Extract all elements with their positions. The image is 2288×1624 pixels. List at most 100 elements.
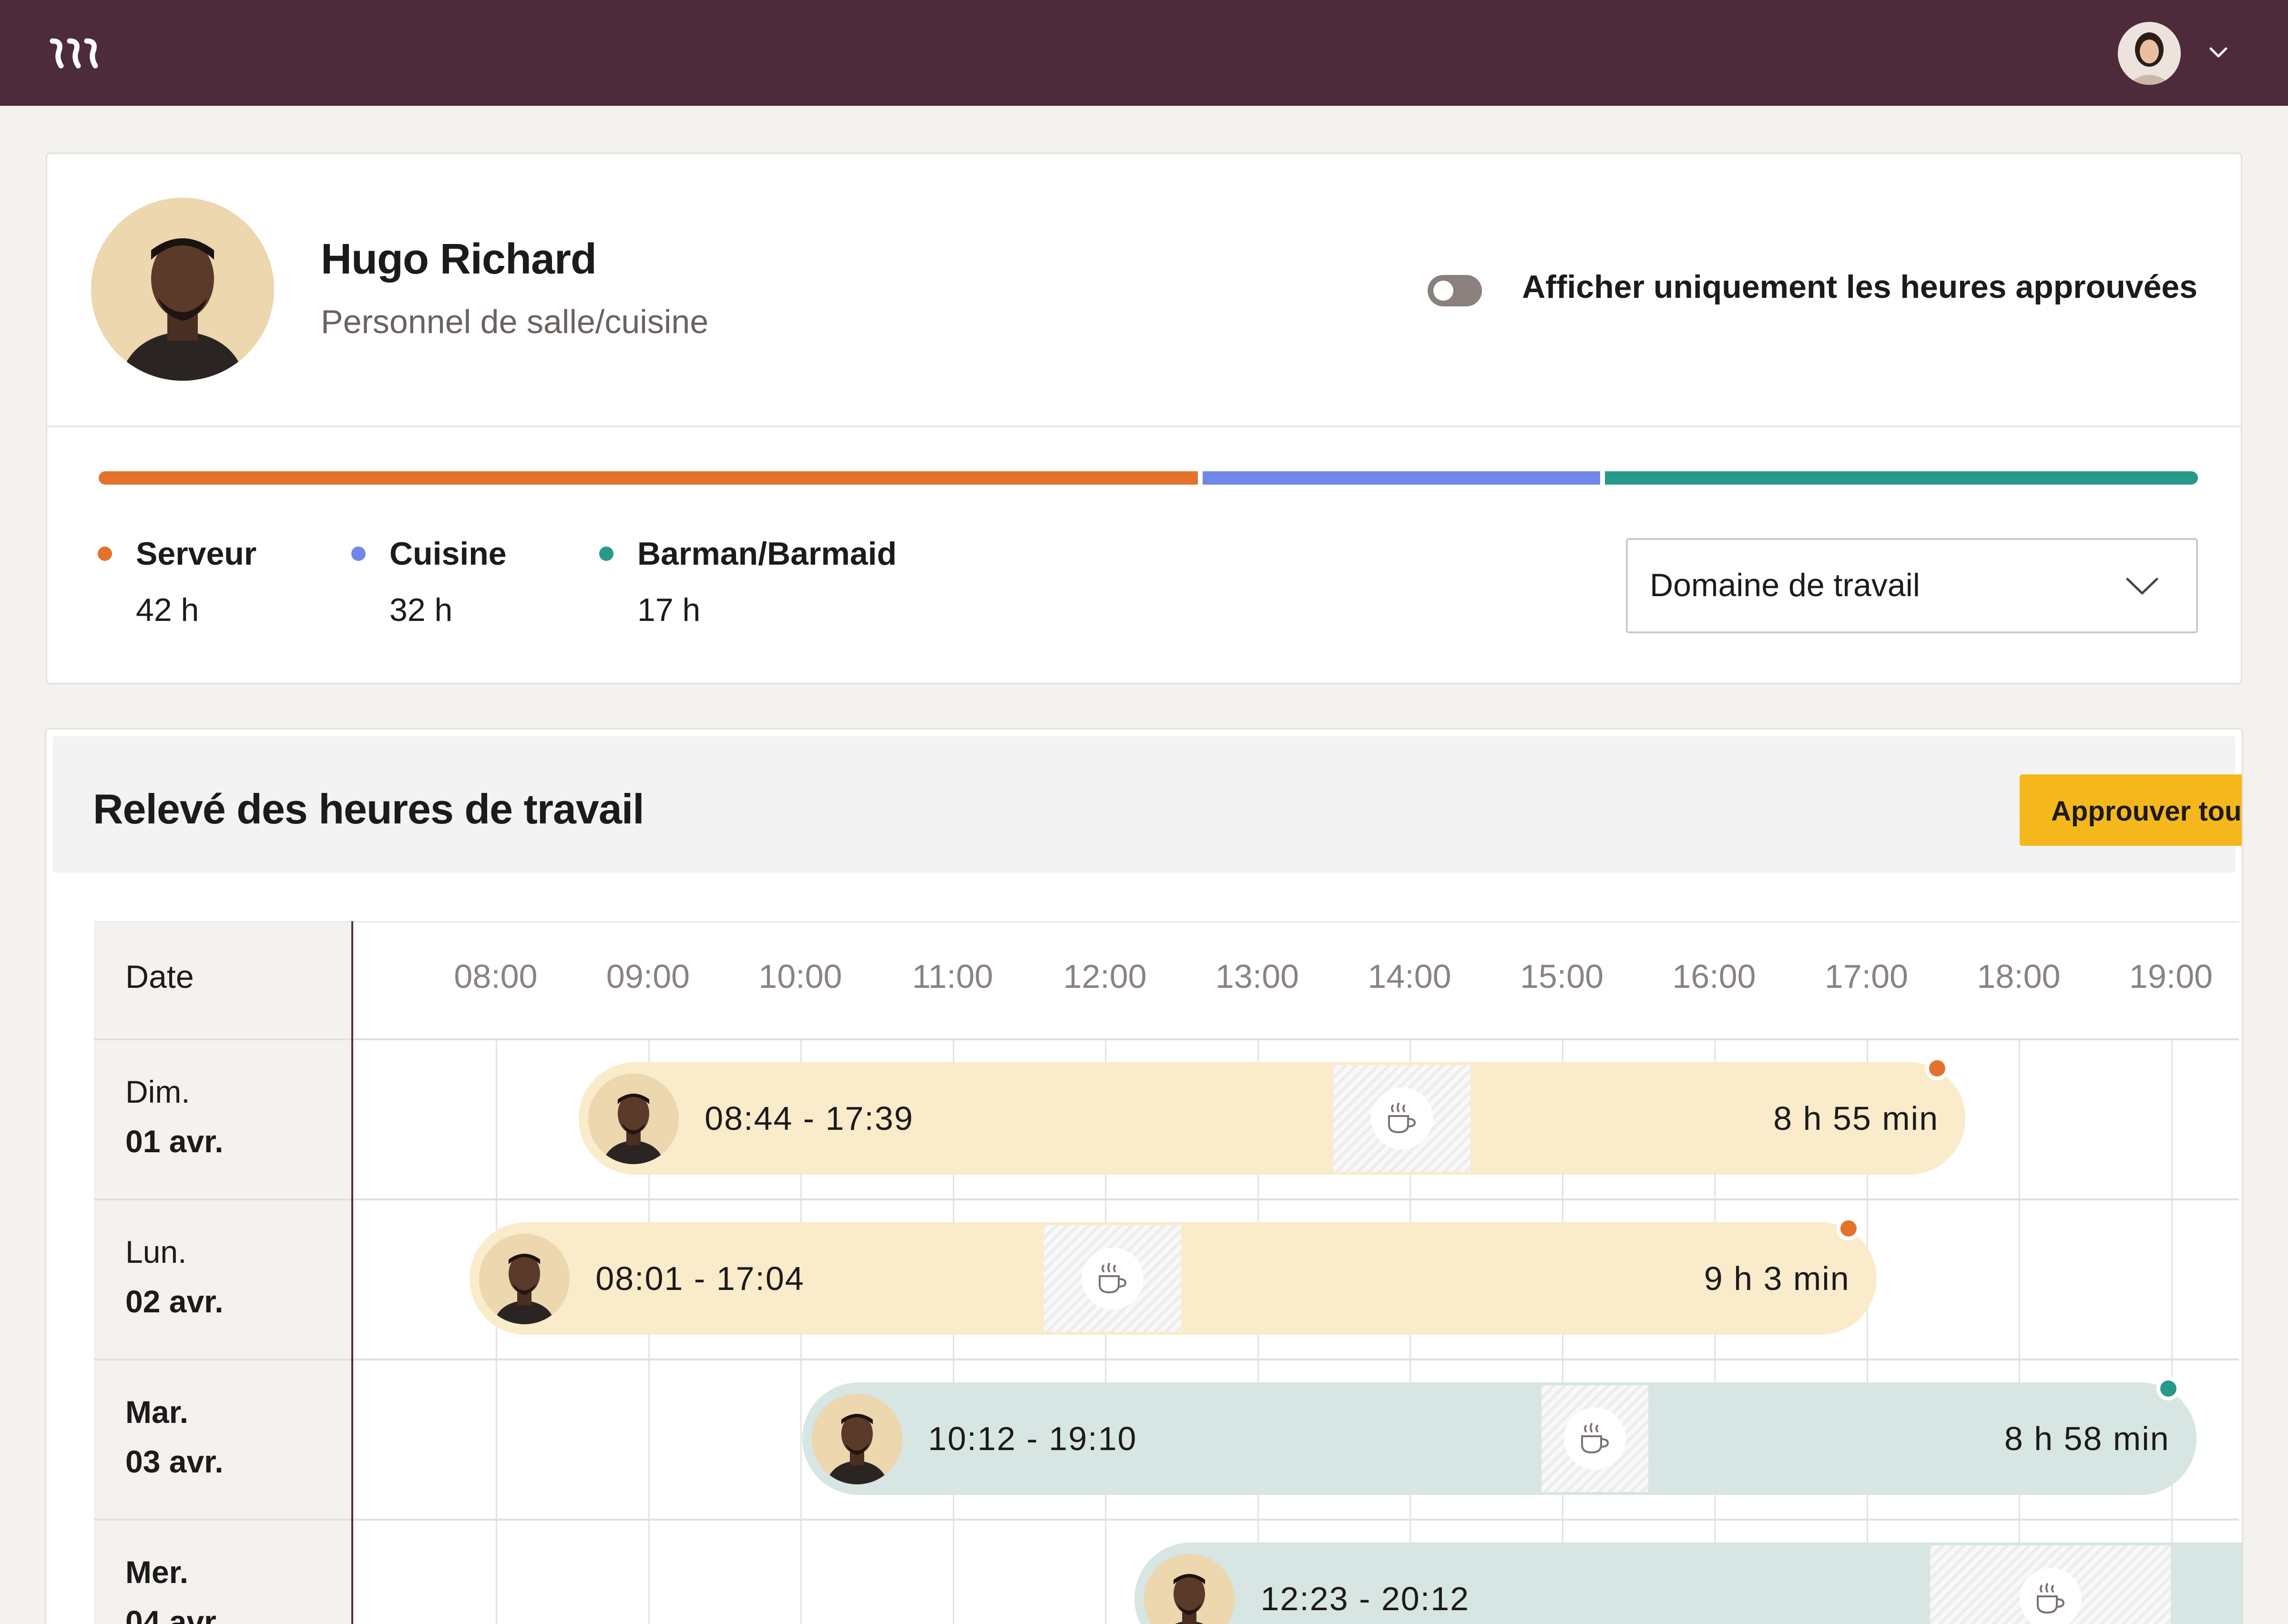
- legend-hours: 32 h: [389, 592, 453, 628]
- day-date: 03 avr.: [125, 1444, 224, 1479]
- break-period[interactable]: [1541, 1385, 1648, 1492]
- break-period[interactable]: [1044, 1225, 1181, 1332]
- timesheet-title: Relevé des heures de travail: [93, 785, 644, 832]
- day-date: 01 avr.: [125, 1124, 224, 1159]
- date-column-header: Date: [125, 959, 194, 995]
- legend-name: Cuisine: [389, 536, 507, 572]
- legend-name: Serveur: [136, 536, 257, 572]
- toggle-knob: [1433, 281, 1453, 301]
- shift-employee-portrait-icon: [588, 1074, 679, 1164]
- card-divider: [47, 426, 2241, 427]
- row-divider: [94, 1359, 2239, 1360]
- day-label: Mer. 04 avr.: [125, 1547, 224, 1624]
- break-icon-badge: [1563, 1408, 1626, 1470]
- day-name: Mer.: [125, 1554, 189, 1590]
- hour-label: 19:00: [2129, 958, 2213, 995]
- top-navigation-bar: [0, 0, 2288, 106]
- coffee-break-icon: [1581, 1423, 1609, 1454]
- hour-label: 13:00: [1215, 958, 1299, 995]
- shift-status-dot: [1925, 1056, 1950, 1080]
- hour-label: 14:00: [1368, 958, 1451, 995]
- hour-label: 08:00: [454, 958, 538, 995]
- work-area-select-value: Domaine de travail: [1650, 567, 1920, 603]
- hour-gridline: [2019, 1038, 2020, 1624]
- shift-time-range: 10:12 - 19:10: [928, 1420, 1137, 1457]
- shift-duration: 8 h 58 min: [2004, 1420, 2170, 1457]
- employee-role: Personnel de salle/cuisine: [321, 303, 709, 340]
- hour-label: 17:00: [1824, 958, 1909, 995]
- day-label: Mar. 03 avr.: [125, 1387, 224, 1486]
- day-label: Lun. 02 avr.: [125, 1227, 224, 1326]
- shift-employee-portrait-icon: [811, 1394, 902, 1484]
- shift-bar[interactable]: 12:23 - 20:12: [1134, 1543, 2242, 1624]
- shift-time-range: 12:23 - 20:12: [1260, 1580, 1470, 1617]
- break-icon-badge: [1081, 1248, 1144, 1309]
- shift-duration: 8 h 55 min: [1773, 1100, 1939, 1137]
- hours-bar-serveur: [99, 471, 1198, 485]
- timesheet-grid: Date 08:00 09:00 10:00 11:00 12:00 13:00 14:00…: [94, 921, 2242, 1624]
- day-name: Mar.: [125, 1394, 189, 1430]
- user-portrait-icon: [2118, 22, 2181, 85]
- day-date: 04 avr.: [125, 1604, 224, 1624]
- shift-bar[interactable]: 08:44 - 17:39 8 h 55 min: [579, 1062, 1966, 1175]
- shift-employee-avatar: [811, 1394, 902, 1484]
- user-avatar[interactable]: [2118, 22, 2181, 85]
- shift-employee-portrait-icon: [479, 1234, 570, 1324]
- chevron-down-icon: [2126, 578, 2158, 595]
- shift-bar[interactable]: 08:01 - 17:04 9 h 3 min: [470, 1222, 1877, 1335]
- coffee-break-icon: [1388, 1103, 1416, 1134]
- timesheet-header: Relevé des heures de travail: [53, 736, 2235, 873]
- row-divider: [94, 1519, 2239, 1521]
- date-column-divider: [351, 921, 353, 1624]
- break-period[interactable]: [1333, 1065, 1471, 1172]
- hour-label: 18:00: [1977, 958, 2061, 995]
- hours-bar-cuisine: [1203, 471, 1600, 485]
- break-period[interactable]: [1930, 1545, 2171, 1624]
- approved-hours-toggle-label: Afficher uniquement les heures approuvée…: [1522, 269, 2198, 305]
- hour-label: 12:00: [1063, 958, 1147, 995]
- shift-employee-portrait-icon: [1144, 1554, 1235, 1624]
- shift-time-range: 08:01 - 17:04: [595, 1260, 805, 1297]
- break-icon-badge: [2019, 1568, 2082, 1624]
- legend-dot: [599, 547, 613, 561]
- employee-summary-card: Hugo Richard Personnel de salle/cuisine …: [46, 152, 2242, 684]
- shift-duration: 9 h 3 min: [1704, 1260, 1850, 1297]
- shift-bar[interactable]: 10:12 - 19:10 8 h 58 min: [802, 1382, 2196, 1495]
- legend-hours: 17 h: [637, 592, 701, 628]
- hour-gridline: [496, 1038, 497, 1624]
- hour-label: 09:00: [606, 958, 690, 995]
- approved-hours-toggle[interactable]: [1428, 275, 1482, 306]
- row-divider: [94, 1198, 2239, 1200]
- shift-status-dot: [1836, 1217, 1860, 1240]
- hour-gridline: [2171, 1038, 2173, 1624]
- shift-employee-avatar: [479, 1234, 570, 1324]
- legend-dot: [98, 547, 112, 561]
- employee-portrait-icon: [91, 198, 274, 381]
- hour-label: 11:00: [912, 958, 993, 995]
- shift-employee-avatar: [588, 1074, 679, 1164]
- hours-bar-barman: [1605, 471, 2198, 485]
- coffee-break-icon: [1098, 1263, 1126, 1294]
- shift-time-range: 08:44 - 17:39: [705, 1100, 914, 1137]
- break-icon-badge: [1371, 1087, 1433, 1149]
- legend-dot: [351, 547, 366, 561]
- shift-employee-avatar: [1144, 1554, 1235, 1624]
- employee-name: Hugo Richard: [321, 235, 597, 283]
- coffee-break-icon: [2036, 1583, 2064, 1614]
- work-area-select[interactable]: Domaine de travail: [1626, 538, 2198, 633]
- row-divider: [94, 1038, 2239, 1040]
- day-name: Lun.: [125, 1234, 187, 1269]
- grid-top-line: [94, 921, 2239, 923]
- hour-label: 10:00: [758, 958, 842, 995]
- hour-label: 15:00: [1520, 958, 1604, 995]
- day-name: Dim.: [125, 1074, 190, 1109]
- legend-hours: 42 h: [136, 592, 199, 628]
- timesheet-card: Relevé des heures de travail Approuver t…: [45, 728, 2243, 1624]
- approve-all-button[interactable]: Approuver tout: [2020, 774, 2242, 846]
- employee-avatar: [91, 198, 274, 381]
- chevron-down-icon[interactable]: [2208, 45, 2229, 61]
- day-label: Dim. 01 avr.: [125, 1067, 224, 1166]
- rr-logo-icon[interactable]: [50, 34, 102, 72]
- day-date: 02 avr.: [125, 1284, 224, 1319]
- legend-name: Barman/Barmaid: [637, 536, 897, 572]
